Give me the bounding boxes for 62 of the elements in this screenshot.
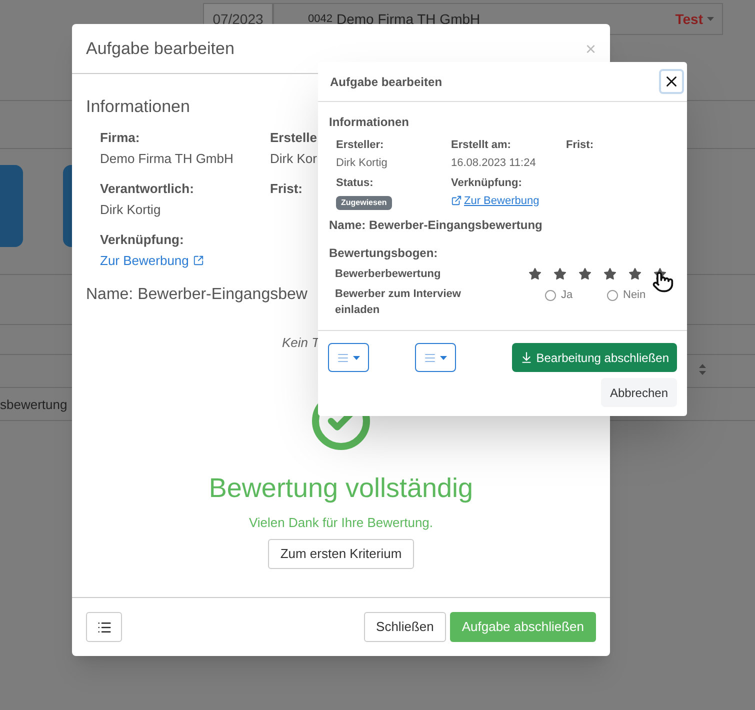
field-label: Status: bbox=[336, 176, 374, 191]
field-value: Dirk Kortig bbox=[100, 201, 161, 219]
first-criterion-button[interactable]: Zum ersten Kriterium bbox=[268, 539, 414, 569]
list-icon bbox=[96, 620, 112, 634]
criterion-label: Bewerberbewertung bbox=[335, 266, 442, 282]
form-name: Name: Bewerber-Eingangsbew bbox=[86, 284, 308, 304]
form-heading: Bewertungsbogen: bbox=[329, 244, 438, 262]
star-icon[interactable] bbox=[604, 268, 616, 280]
company-name: Demo Firma TH GmbH bbox=[336, 10, 480, 28]
download-icon bbox=[520, 351, 534, 364]
field-label: Erstellt am: bbox=[451, 138, 511, 153]
external-link-icon bbox=[451, 195, 462, 206]
complete-task-button[interactable]: Aufgabe abschließen bbox=[450, 612, 596, 642]
finish-editing-button[interactable]: Bearbeitung abschließen bbox=[512, 343, 677, 372]
caret-icon bbox=[440, 356, 447, 360]
field-label: Erstelle bbox=[270, 128, 317, 146]
menu-icon bbox=[424, 352, 436, 364]
table-cell-text: sbewertung bbox=[0, 396, 68, 414]
criterion-label: Bewerber zum Interview einladen bbox=[335, 287, 462, 318]
field-label: Verantwortlich: bbox=[100, 180, 194, 198]
dropdown-button[interactable] bbox=[328, 343, 369, 372]
external-link-icon bbox=[192, 255, 204, 266]
dropdown-button[interactable] bbox=[415, 343, 456, 372]
completion-message: Vielen Dank für Ihre Bewertung. bbox=[248, 514, 434, 532]
star-icon[interactable] bbox=[579, 268, 591, 280]
company-number: 0042 bbox=[308, 12, 332, 27]
radio-button[interactable] bbox=[607, 290, 618, 301]
status-dropdown[interactable]: Test bbox=[675, 8, 722, 30]
caret-icon bbox=[353, 356, 360, 360]
field-label: Frist: bbox=[566, 138, 594, 153]
close-dialog-button[interactable]: Schließen bbox=[364, 612, 446, 642]
form-name: Name: Bewerber-Eingangsbewertung bbox=[329, 216, 542, 234]
field-label: Verknüpfung: bbox=[451, 176, 522, 191]
link[interactable]: Zur Bewerbung bbox=[451, 192, 540, 209]
cancel-button[interactable]: Abbrechen bbox=[600, 378, 677, 407]
radio-label: Nein bbox=[623, 288, 646, 303]
caret-icon bbox=[707, 17, 714, 21]
completion-title: Bewertung vollständig bbox=[208, 472, 474, 505]
field-value: 16.08.2023 11:24 bbox=[451, 156, 536, 170]
close-button[interactable] bbox=[659, 69, 684, 94]
radio-button[interactable] bbox=[545, 290, 556, 301]
field-value: Dirk Kortig bbox=[336, 156, 388, 170]
field-label: Frist: bbox=[270, 180, 302, 198]
star-icon[interactable] bbox=[629, 268, 641, 280]
section-heading: Informationen bbox=[329, 114, 410, 131]
field-label: Firma: bbox=[100, 128, 140, 146]
field-value: Demo Firma TH GmbH bbox=[100, 150, 234, 168]
list-button[interactable] bbox=[86, 612, 122, 642]
sort-icon bbox=[699, 364, 706, 375]
link[interactable]: Zur Bewerbung bbox=[100, 251, 204, 270]
field-label: Ersteller: bbox=[336, 138, 384, 153]
star-icon[interactable] bbox=[529, 268, 541, 280]
section-heading: Informationen bbox=[86, 96, 191, 118]
status-badge: Zugewiesen bbox=[336, 196, 392, 210]
field-label: Verknüpfung: bbox=[100, 230, 184, 249]
field-value: Dirk Kor bbox=[270, 150, 317, 168]
menu-icon bbox=[337, 352, 349, 364]
cursor-icon bbox=[652, 271, 674, 293]
radio-label: Ja bbox=[561, 288, 573, 303]
popup-title: Aufgabe bearbeiten bbox=[330, 74, 442, 90]
star-icon[interactable] bbox=[554, 268, 566, 280]
dialog-title: Aufgabe bearbeiten bbox=[86, 38, 234, 60]
